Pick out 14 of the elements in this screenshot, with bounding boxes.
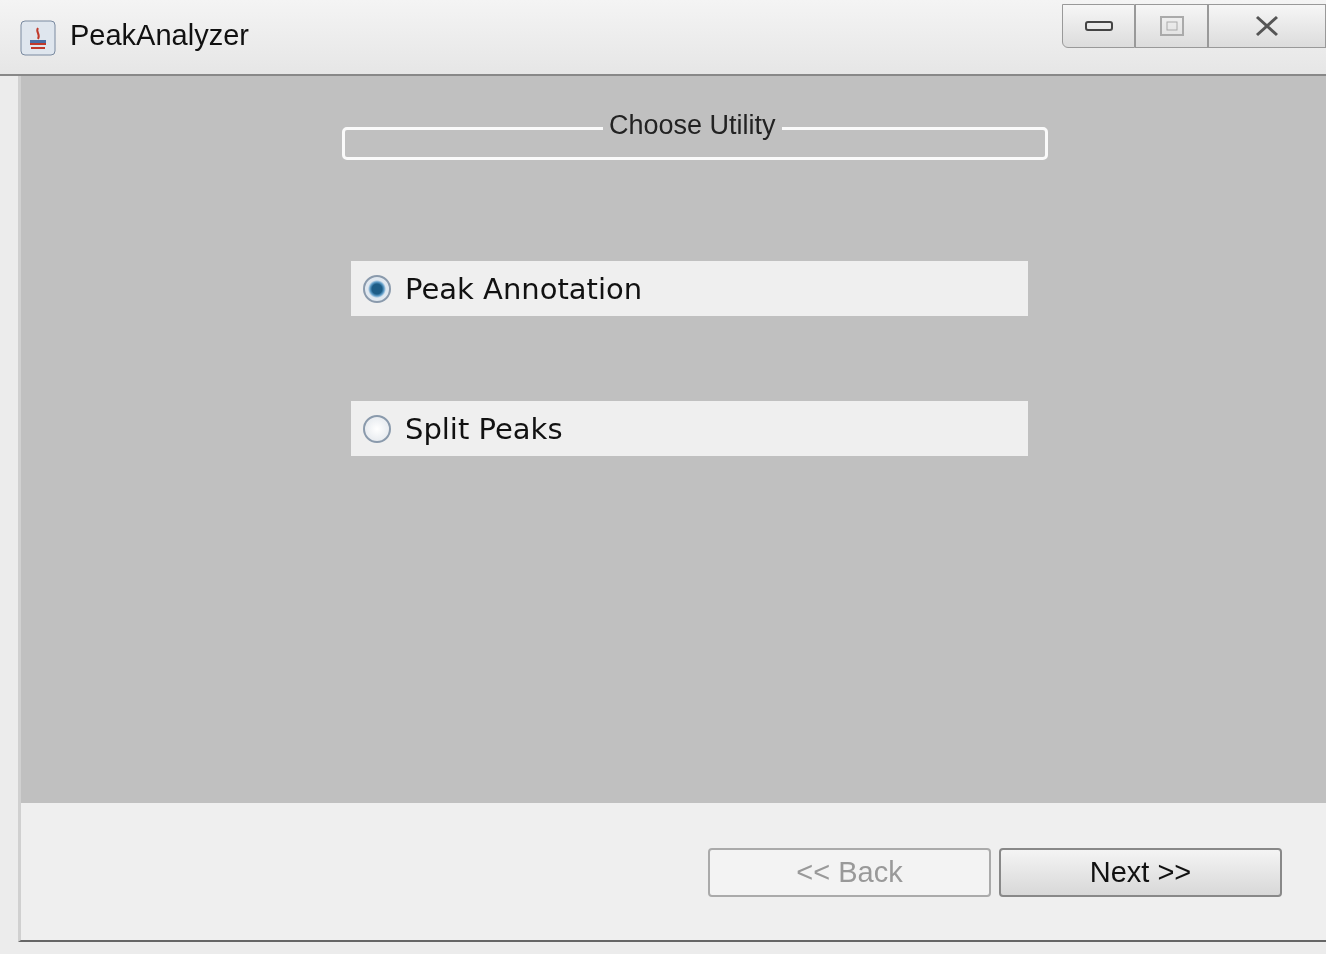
close-icon <box>1254 15 1280 37</box>
radio-button[interactable] <box>363 274 391 303</box>
minimize-button[interactable] <box>1062 4 1135 48</box>
app-icon <box>20 20 56 56</box>
minimize-icon <box>1084 20 1113 32</box>
maximize-icon <box>1159 16 1184 36</box>
option-label: Split Peaks <box>405 411 563 446</box>
radio-button[interactable] <box>363 414 391 443</box>
window-title: PeakAnalyzer <box>70 19 249 52</box>
option-label: Peak Annotation <box>405 271 643 306</box>
radio-option[interactable]: Split Peaks <box>351 401 1028 456</box>
close-button[interactable] <box>1208 4 1326 48</box>
radio-option[interactable]: Peak Annotation <box>351 261 1028 316</box>
next-button[interactable]: Next >> <box>999 848 1282 897</box>
